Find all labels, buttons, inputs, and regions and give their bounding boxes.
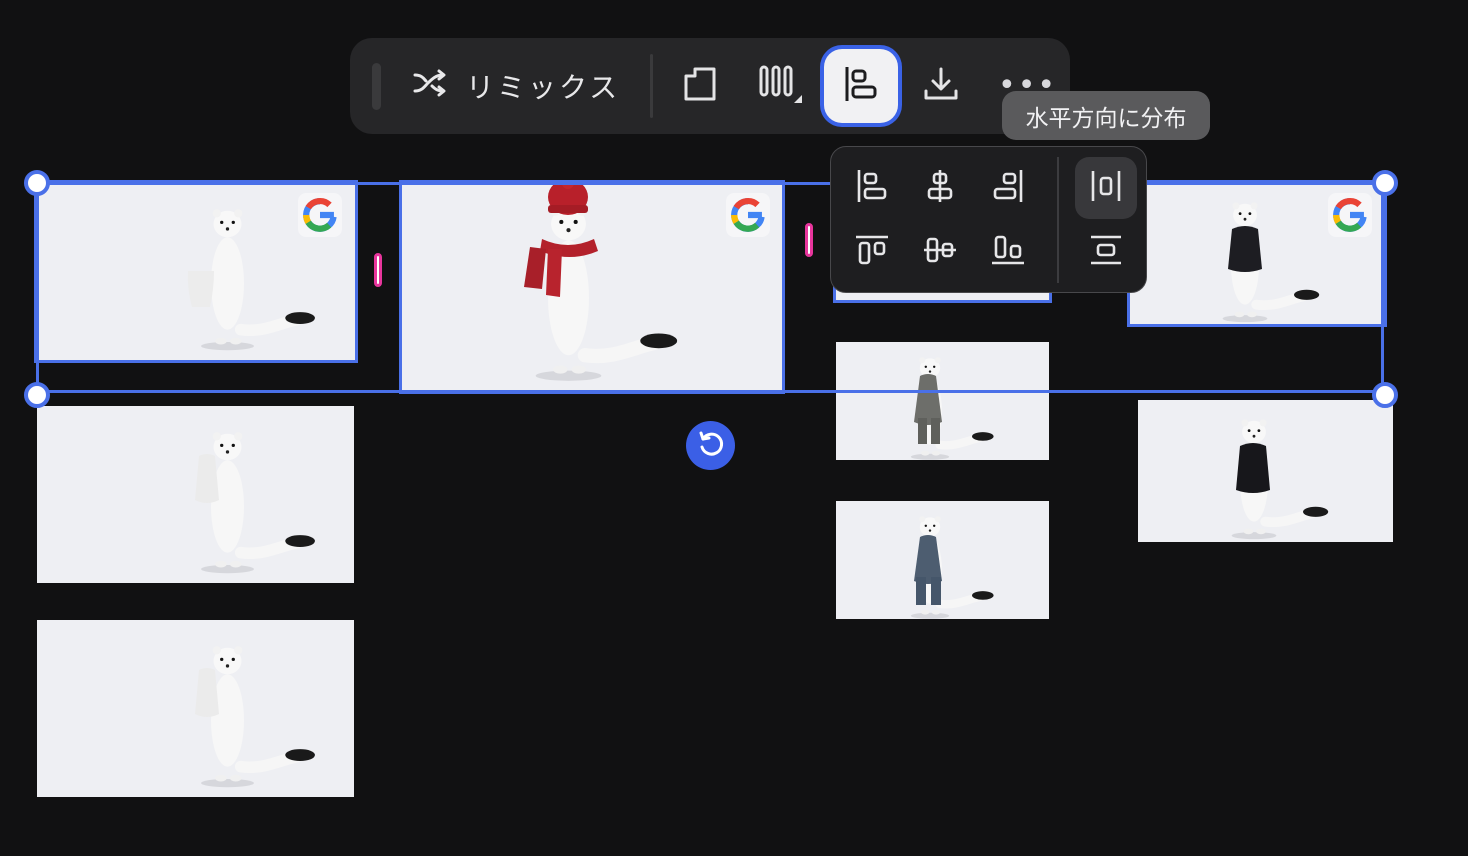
drag-handle[interactable] xyxy=(372,63,381,110)
shuffle-icon xyxy=(412,67,450,106)
align-horizontal-center-icon xyxy=(923,168,957,208)
distribute-horizontal-button[interactable] xyxy=(1075,157,1137,219)
ermine-photo xyxy=(836,501,1049,619)
ermine-photo xyxy=(195,406,354,583)
image-ermine-black-sweater[interactable] xyxy=(1127,180,1387,327)
menu-divider xyxy=(1057,157,1059,283)
image-ermine-denim-overalls[interactable] xyxy=(836,501,1049,619)
ermine-photo xyxy=(1138,400,1393,542)
spacing-indicator[interactable] xyxy=(374,253,382,287)
align-vertical-center-icon xyxy=(922,233,958,271)
align-horizontal-center-button[interactable] xyxy=(909,157,971,219)
align-top-button[interactable] xyxy=(841,221,903,283)
google-g-icon xyxy=(298,193,342,237)
align-right-icon xyxy=(991,168,1025,208)
resize-handle-bottom-left[interactable] xyxy=(24,382,50,408)
ermine-photo xyxy=(524,183,782,391)
crop-button[interactable] xyxy=(664,49,738,123)
align-menu xyxy=(830,146,1147,293)
image-ermine-white-sweater[interactable] xyxy=(34,180,358,363)
rotate-icon xyxy=(697,430,725,462)
align-right-button[interactable] xyxy=(977,157,1039,219)
resize-handle-bottom-right[interactable] xyxy=(1372,382,1398,408)
align-bottom-icon xyxy=(990,233,1026,271)
toolbar-divider xyxy=(650,54,653,118)
align-top-icon xyxy=(854,233,890,271)
download-icon xyxy=(923,66,959,106)
image-ermine-gray-jacket[interactable] xyxy=(836,342,1049,460)
align-left-button[interactable] xyxy=(841,157,903,219)
columns-layout-icon xyxy=(758,63,804,109)
google-g-icon xyxy=(1328,193,1372,237)
ermine-photo xyxy=(195,620,354,797)
rotate-button[interactable] xyxy=(686,421,735,470)
align-left-icon xyxy=(843,65,879,107)
resize-handle-top-right[interactable] xyxy=(1372,170,1398,196)
align-button[interactable] xyxy=(824,49,898,123)
align-left-icon xyxy=(855,168,889,208)
download-button[interactable] xyxy=(904,49,978,123)
tooltip: 水平方向に分布 xyxy=(1002,91,1210,140)
remix-label: リミックス xyxy=(466,71,621,104)
image-ermine-red-hat-scarf[interactable] xyxy=(399,180,785,394)
align-vertical-center-button[interactable] xyxy=(909,221,971,283)
google-g-icon xyxy=(726,193,770,237)
spacing-indicator[interactable] xyxy=(805,223,813,257)
image-ermine-black-sweater-2[interactable] xyxy=(1138,400,1393,542)
image-ermine-white-sweater-3[interactable] xyxy=(37,620,354,797)
resize-handle-top-left[interactable] xyxy=(24,170,50,196)
image-ermine-white-sweater-2[interactable] xyxy=(37,406,354,583)
distribute-vertical-icon xyxy=(1088,233,1124,271)
distribute-vertical-button[interactable] xyxy=(1075,221,1137,283)
align-bottom-button[interactable] xyxy=(977,221,1039,283)
columns-layout-button[interactable] xyxy=(744,49,818,123)
image-toolbar: リミックス ••• xyxy=(350,38,1070,134)
tooltip-text: 水平方向に分布 xyxy=(1025,105,1187,132)
remix-button[interactable]: リミックス xyxy=(412,58,620,114)
distribute-horizontal-icon xyxy=(1089,168,1123,208)
crop-icon xyxy=(683,66,719,106)
ermine-photo xyxy=(836,342,1049,460)
